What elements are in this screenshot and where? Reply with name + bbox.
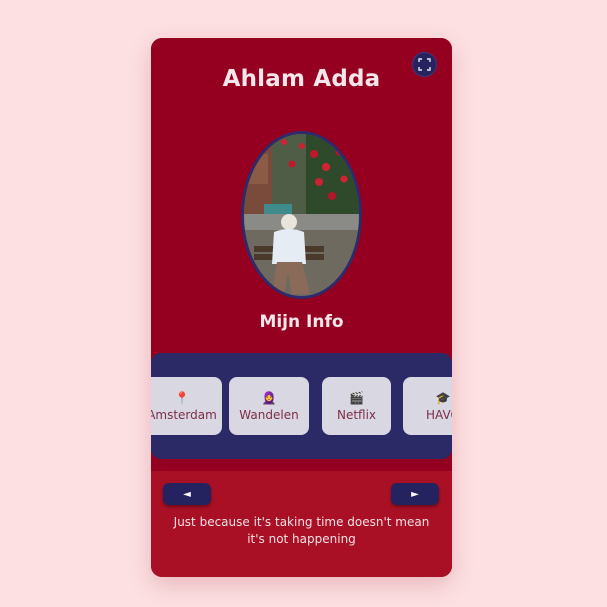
interest-tile-netflix[interactable]: 🎬 Netflix — [322, 377, 391, 435]
profile-header: Ahlam Adda Mijn Info — [151, 38, 452, 359]
interest-tile-amsterdam[interactable]: 📍 Amsterdam — [151, 377, 222, 435]
walking-icon: 🧕 — [261, 391, 277, 405]
interest-label: HAVO — [426, 408, 452, 422]
clapperboard-icon: 🎬 — [349, 391, 364, 405]
interest-label: Netflix — [336, 408, 377, 422]
fullscreen-icon — [418, 58, 431, 71]
profile-name: Ahlam Adda — [222, 66, 381, 92]
pin-icon: 📍 — [174, 391, 190, 405]
fullscreen-button[interactable] — [412, 52, 437, 77]
interest-label: Wandelen — [239, 408, 299, 422]
section-title: Mijn Info — [259, 312, 344, 332]
interest-label: Amsterdam — [151, 408, 217, 422]
next-button[interactable]: ► — [391, 483, 439, 505]
quote-text: Just because it's taking time doesn't me… — [173, 515, 430, 546]
interest-tile-havo[interactable]: 🎓 HAVO — [403, 377, 452, 435]
quote-section: ◄ ► Just because it's taking time doesn'… — [151, 471, 452, 577]
profile-card: Ahlam Adda Mijn Info 📍 Amsterdam 🧕 Wande… — [151, 38, 452, 577]
interests-carousel[interactable]: 📍 Amsterdam 🧕 Wandelen 🎬 Netflix 🎓 HAVO — [151, 353, 452, 459]
interest-tile-wandelen[interactable]: 🧕 Wandelen — [229, 377, 309, 435]
prev-button[interactable]: ◄ — [163, 483, 211, 505]
profile-photo-image — [244, 134, 359, 296]
graduation-cap-icon: 🎓 — [435, 391, 451, 405]
profile-photo — [241, 131, 362, 299]
